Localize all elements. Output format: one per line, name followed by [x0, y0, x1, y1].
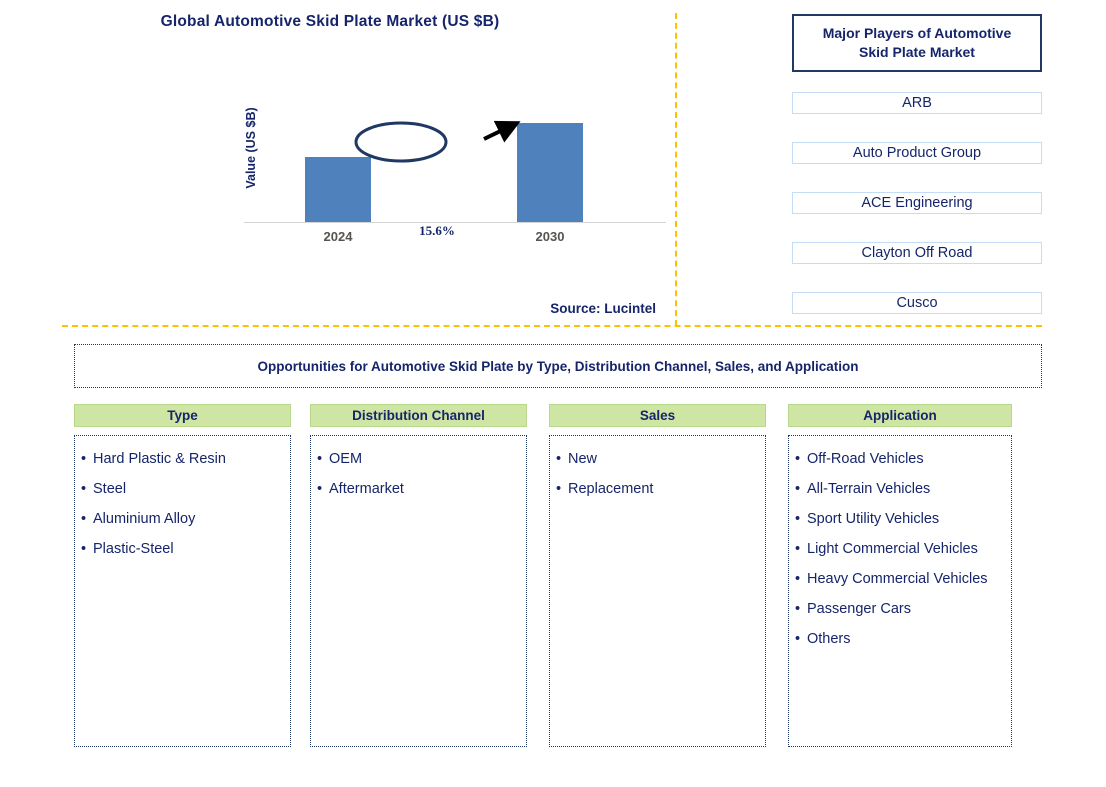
column-header-label: Sales — [639, 408, 676, 423]
list-item: • Light Commercial Vehicles — [795, 534, 1005, 564]
list-item: • Hard Plastic & Resin — [81, 444, 284, 474]
list-item: • Aluminium Alloy — [81, 504, 284, 534]
column-distribution-channel: Distribution Channel • OEM • Aftermarket — [310, 404, 527, 747]
column-body-type: • Hard Plastic & Resin • Steel • Alumini… — [74, 435, 291, 747]
major-players-header: Major Players of Automotive Skid Plate M… — [792, 14, 1042, 72]
major-players-header-line2: Skid Plate Market — [859, 44, 975, 60]
player-item[interactable]: ACE Engineering — [792, 192, 1042, 214]
bullet-icon: • — [795, 451, 801, 467]
player-label: ACE Engineering — [861, 195, 973, 211]
list-item-label: Aluminium Alloy — [93, 511, 196, 527]
list-item: • New — [556, 444, 759, 474]
column-sales: Sales • New • Replacement — [549, 404, 766, 747]
bullet-icon: • — [81, 541, 87, 557]
bullet-icon: • — [81, 511, 87, 527]
bullet-icon: • — [795, 511, 801, 527]
bar-chart: Value (US $B) 2024 2030 15.6% — [236, 95, 666, 255]
list-item-label: Heavy Commercial Vehicles — [807, 571, 988, 587]
cagr-value: 15.6% — [419, 223, 455, 238]
player-label: ARB — [902, 95, 932, 111]
page-title: Global Automotive Skid Plate Market (US … — [160, 13, 500, 30]
list-item-label: Passenger Cars — [807, 601, 911, 617]
list-item-label: Hard Plastic & Resin — [93, 451, 226, 467]
column-body-application: • Off-Road Vehicles • All-Terrain Vehicl… — [788, 435, 1012, 747]
opportunities-banner: Opportunities for Automotive Skid Plate … — [74, 344, 1042, 388]
list-item: • All-Terrain Vehicles — [795, 474, 1005, 504]
column-application: Application • Off-Road Vehicles • All-Te… — [788, 404, 1012, 747]
list-item: • Off-Road Vehicles — [795, 444, 1005, 474]
bullet-icon: • — [81, 481, 87, 497]
player-item[interactable]: ARB — [792, 92, 1042, 114]
list-item-label: Others — [807, 631, 851, 647]
player-label: Clayton Off Road — [861, 245, 973, 261]
bullet-icon: • — [556, 451, 562, 467]
list-item-label: Plastic-Steel — [93, 541, 174, 557]
column-header-sales: Sales — [549, 404, 766, 427]
list-item: • Passenger Cars — [795, 594, 1005, 624]
bullet-icon: • — [795, 631, 801, 647]
list-item: • Sport Utility Vehicles — [795, 504, 1005, 534]
source-label: Source: Lucintel — [550, 301, 656, 316]
major-players-header-line1: Major Players of Automotive — [822, 25, 1012, 42]
player-item[interactable]: Auto Product Group — [792, 142, 1042, 164]
list-item-label: Steel — [93, 481, 127, 497]
list-item: • Others — [795, 624, 1005, 654]
column-header-type: Type — [74, 404, 291, 427]
player-label: Cusco — [896, 295, 938, 311]
player-label: Auto Product Group — [852, 145, 982, 161]
bullet-icon: • — [795, 571, 801, 587]
column-body-sales: • New • Replacement — [549, 435, 766, 747]
list-item-label: Replacement — [568, 481, 654, 497]
column-header-label: Application — [863, 408, 937, 423]
list-item-label: All-Terrain Vehicles — [807, 481, 931, 497]
major-players-list: ARB Auto Product Group ACE Engineering C… — [792, 92, 1042, 342]
opportunities-banner-label: Opportunities for Automotive Skid Plate … — [257, 358, 859, 374]
list-item-label: Off-Road Vehicles — [807, 451, 924, 467]
list-item-label: Sport Utility Vehicles — [807, 511, 940, 527]
bullet-icon: • — [317, 451, 323, 467]
list-item: • Steel — [81, 474, 284, 504]
column-header-application: Application — [788, 404, 1012, 427]
list-item-label: Aftermarket — [329, 481, 404, 497]
bullet-icon: • — [81, 451, 87, 467]
column-type: Type • Hard Plastic & Resin • Steel • Al… — [74, 404, 291, 747]
column-header-distribution-channel: Distribution Channel — [310, 404, 527, 427]
bullet-icon: • — [317, 481, 323, 497]
column-header-label: Type — [167, 408, 198, 423]
column-body-distribution-channel: • OEM • Aftermarket — [310, 435, 527, 747]
bullet-icon: • — [795, 541, 801, 557]
divider-vertical — [675, 13, 677, 326]
list-item-label: Light Commercial Vehicles — [807, 541, 978, 557]
list-item-label: New — [568, 451, 598, 467]
bullet-icon: • — [795, 601, 801, 617]
column-header-label: Distribution Channel — [352, 408, 485, 423]
bullet-icon: • — [556, 481, 562, 497]
bullet-icon: • — [795, 481, 801, 497]
list-item: • OEM — [317, 444, 520, 474]
list-item: • Heavy Commercial Vehicles — [795, 564, 1005, 594]
list-item: • Plastic-Steel — [81, 534, 284, 564]
list-item-label: OEM — [329, 451, 363, 467]
list-item: • Replacement — [556, 474, 759, 504]
player-item[interactable]: Clayton Off Road — [792, 242, 1042, 264]
player-item[interactable]: Cusco — [792, 292, 1042, 314]
list-item: • Aftermarket — [317, 474, 520, 504]
